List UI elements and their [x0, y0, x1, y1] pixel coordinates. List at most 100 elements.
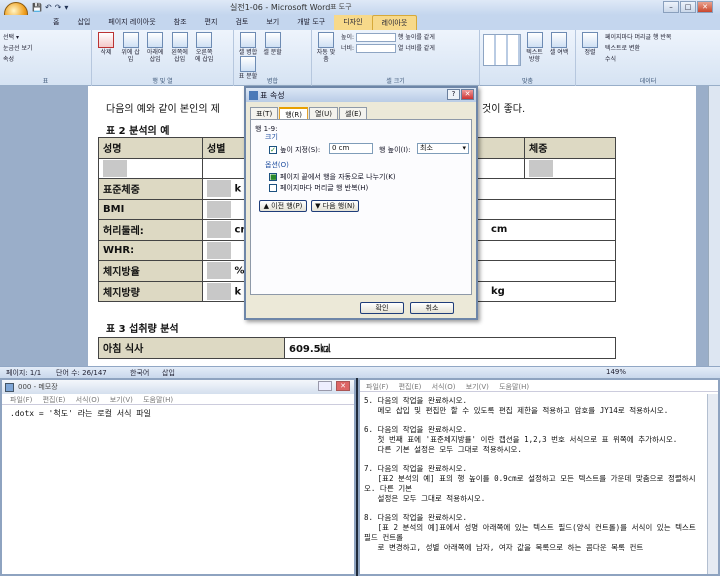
properties-button[interactable]: 속성 [3, 54, 88, 65]
minimize-button[interactable]: – [663, 1, 679, 13]
insert-right-button[interactable]: 오른쪽에 삽입 [193, 32, 215, 63]
header-weight[interactable]: 체중 [524, 137, 616, 159]
row-label[interactable]: WHR: [98, 239, 203, 261]
row-label[interactable]: 체지방율 [98, 260, 203, 282]
view-gridlines-button[interactable]: 눈금선 보기 [3, 43, 88, 54]
tab-design[interactable]: 디자인 [334, 15, 372, 30]
menu-view[interactable]: 보기(V) [466, 383, 489, 391]
text-field-control[interactable] [103, 159, 127, 177]
ok-button[interactable]: 확인 [360, 302, 404, 314]
vertical-scrollbar[interactable] [707, 394, 718, 574]
vertical-scrollbar[interactable] [708, 86, 720, 366]
specify-height-checkbox[interactable]: ✓ 높이 지정(S): [269, 145, 320, 155]
menu-edit[interactable]: 편집(E) [399, 383, 422, 391]
column-width-input[interactable] [355, 44, 396, 53]
weight-field[interactable] [524, 157, 616, 179]
tab-review[interactable]: 검토 [226, 15, 257, 30]
convert-to-text-button[interactable]: 텍스트로 변환 [605, 43, 717, 54]
group-label: 셀 크기 [386, 78, 405, 85]
menu-edit[interactable]: 편집(E) [43, 396, 66, 404]
insert-left-button[interactable]: 왼쪽에 삽입 [169, 32, 191, 63]
tab-home[interactable]: 홈 [44, 15, 68, 30]
instructions-text-area[interactable]: 5. 다음의 작업을 완료하시오. 메모 삽입 및 편집만 할 수 있도록 편집… [364, 396, 704, 562]
menu-view[interactable]: 보기(V) [110, 396, 133, 404]
dialog-close-button[interactable]: ✕ [461, 89, 474, 100]
formula-button[interactable]: 수식 [605, 54, 717, 65]
tab-page-layout[interactable]: 페이지 레이아웃 [99, 15, 164, 30]
tab-references[interactable]: 참조 [165, 15, 196, 30]
tab-mailings[interactable]: 편지 [196, 15, 227, 30]
distribute-columns-button[interactable]: 열 너비를 같게 [398, 45, 435, 52]
row-height-input[interactable] [355, 33, 396, 42]
autofit-icon [318, 32, 334, 48]
row-label[interactable]: 아침 식사 [98, 337, 285, 359]
text-field-control[interactable] [529, 159, 553, 177]
instruction-item: 7. 다음의 작업을 완료하시오. [표2 분석의 예] 표의 행 높이를 0.… [364, 464, 696, 503]
zoom-level[interactable]: 149% [606, 368, 626, 376]
insert-above-icon [122, 32, 139, 48]
menu-format[interactable]: 서식(O) [432, 383, 456, 391]
allow-row-break-checkbox[interactable]: ■ 페이지 끝에서 행을 자동으로 나누기(K) [269, 172, 396, 182]
redo-icon[interactable]: ↷ [55, 3, 62, 12]
maximize-button[interactable]: □ [680, 1, 696, 13]
notepad-title-bar[interactable]: 000 - 메모장 ✕ [2, 380, 354, 394]
minimize-button[interactable] [318, 381, 332, 391]
alignment-grid-icon[interactable] [483, 34, 521, 66]
insert-right-icon [196, 32, 213, 48]
row-value[interactable]: 609.5㎉ [284, 337, 616, 359]
insert-mode[interactable]: 삽입 [162, 368, 175, 378]
instruction-item: 8. 다음의 작업을 완료하시오. [표 2 분석의 예]표에서 성명 아래쪽에… [364, 513, 696, 552]
insert-left-icon [171, 32, 188, 48]
previous-row-button[interactable]: ▲ 이전 행(P) [259, 200, 307, 212]
next-row-button[interactable]: ▼ 다음 행(N) [311, 200, 359, 212]
row-label[interactable]: BMI [98, 198, 203, 220]
insert-below-button[interactable]: 아래에 삽입 [144, 32, 166, 63]
select-button[interactable]: 선택 ▾ [3, 32, 88, 43]
word-count[interactable]: 단어 수: 26/147 [56, 368, 107, 378]
merge-cells-button[interactable]: 셀 병합 [237, 32, 259, 56]
row-label[interactable]: 표준체중 [98, 178, 203, 200]
text-direction-button[interactable]: 텍스트 방향 [524, 32, 546, 63]
menu-help[interactable]: 도움말(H) [499, 383, 529, 391]
notepad-text-area[interactable]: .dotx = '척도' 라는 로컬 서식 파일 [2, 405, 354, 422]
sort-button[interactable]: 정렬 [579, 32, 601, 56]
dialog-title-bar[interactable]: 표 속성 ? ✕ [246, 88, 476, 102]
tab-view[interactable]: 보기 [257, 15, 288, 30]
height-is-select[interactable]: 최소 ▾ [417, 143, 469, 154]
save-icon[interactable]: 💾 [32, 3, 42, 12]
repeat-header-rows-button[interactable]: 페이지마다 머리글 행 반복 [605, 32, 717, 43]
group-table: 선택 ▾ 눈금선 보기 속성 표 [0, 30, 92, 86]
row-label[interactable]: 체지방량 [98, 280, 203, 302]
menu-format[interactable]: 서식(O) [76, 396, 100, 404]
menu-file[interactable]: 파일(F) [10, 396, 32, 404]
table-row: 아침 식사 609.5㎉ [98, 337, 616, 359]
header-name[interactable]: 성명 [98, 137, 203, 159]
tab-insert[interactable]: 삽입 [68, 15, 99, 30]
page-indicator[interactable]: 페이지: 1/1 [6, 368, 41, 378]
delete-button[interactable]: 삭제 [95, 32, 117, 56]
close-button[interactable]: ✕ [336, 381, 350, 391]
split-cells-button[interactable]: 셀 분할 [262, 32, 284, 56]
autofit-button[interactable]: 자동 맞춤 [315, 32, 337, 63]
tab-layout[interactable]: 레이아웃 [371, 15, 418, 30]
text-field-control [207, 180, 231, 198]
customize-qat-icon[interactable]: ▾ [64, 3, 68, 12]
row-tab-panel: 행 1-9: 크기 ✓ 높이 지정(S): 0 cm 행 높이(I): 최소 ▾ 옵… [250, 119, 472, 295]
close-button[interactable]: ✕ [697, 1, 713, 13]
cell-margins-button[interactable]: 셀 여백 [548, 32, 570, 56]
group-label: 행 및 열 [152, 78, 173, 85]
undo-icon[interactable]: ↶ [45, 3, 52, 12]
insert-above-button[interactable]: 위에 삽입 [120, 32, 142, 63]
menu-help[interactable]: 도움말(H) [143, 396, 173, 404]
repeat-header-checkbox[interactable]: 페이지마다 머리글 행 반복(H) [269, 183, 368, 193]
menu-file[interactable]: 파일(F) [366, 383, 388, 391]
cancel-button[interactable]: 취소 [410, 302, 454, 314]
help-button[interactable]: ? [447, 89, 460, 100]
distribute-rows-button[interactable]: 행 높이를 같게 [398, 34, 435, 41]
language-indicator[interactable]: 한국어 [130, 368, 149, 378]
row-label[interactable]: 허리둘레: [98, 219, 203, 241]
name-field[interactable] [98, 157, 203, 179]
tab-developer[interactable]: 개발 도구 [288, 15, 334, 30]
row-height-input[interactable]: 0 cm [329, 143, 373, 154]
intake-table[interactable]: 아침 식사 609.5㎉ [98, 337, 616, 359]
